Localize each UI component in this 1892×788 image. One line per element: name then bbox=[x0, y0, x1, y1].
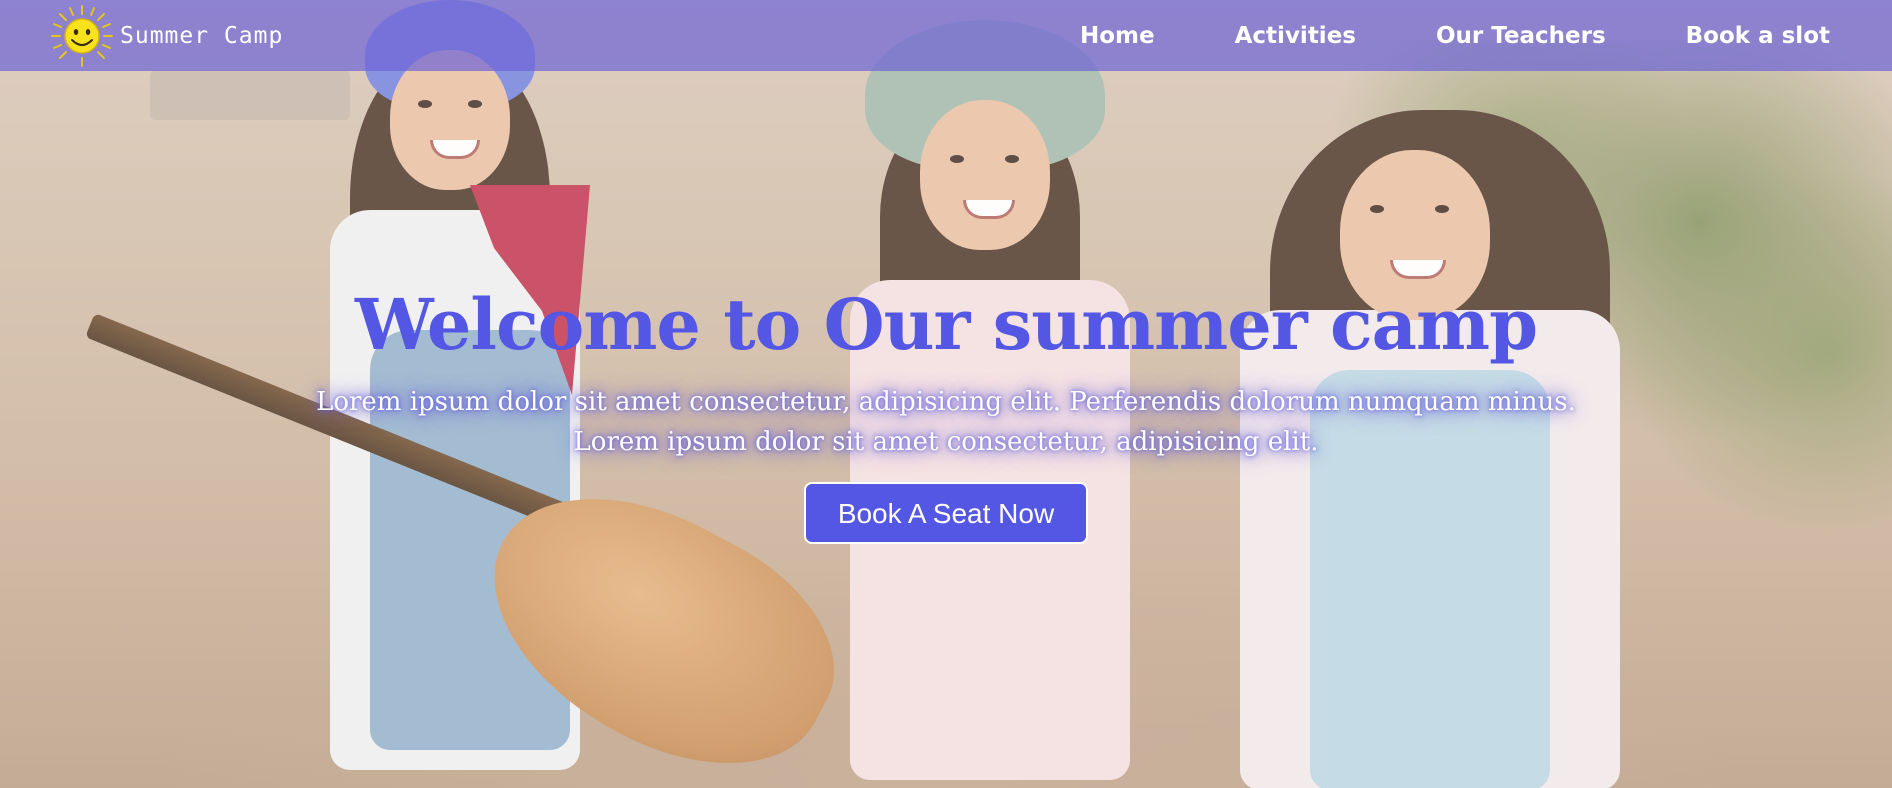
nav-home-link[interactable]: Home bbox=[1080, 23, 1155, 49]
top-navbar: Summer Camp Home Activities Our Teachers… bbox=[0, 0, 1892, 71]
hero-subtitle-line-1: Lorem ipsum dolor sit amet consectetur, … bbox=[316, 387, 1576, 417]
hero-section: Welcome to Our summer camp Lorem ipsum d… bbox=[0, 280, 1892, 544]
nav-our-teachers-link[interactable]: Our Teachers bbox=[1436, 23, 1606, 49]
hero-subtitle-line-2: Lorem ipsum dolor sit amet consectetur, … bbox=[573, 427, 1319, 457]
nav-activities-link[interactable]: Activities bbox=[1235, 23, 1356, 49]
brand-name: Summer Camp bbox=[120, 23, 284, 49]
book-a-seat-button[interactable]: Book A Seat Now bbox=[803, 482, 1089, 544]
landing-page: Summer Camp Home Activities Our Teachers… bbox=[0, 0, 1892, 788]
nav-book-a-slot-link[interactable]: Book a slot bbox=[1686, 23, 1830, 49]
hero-title: Welcome to Our summer camp bbox=[354, 283, 1538, 366]
main-nav: Home Activities Our Teachers Book a slot bbox=[1000, 0, 1830, 71]
hero-subtitle: Lorem ipsum dolor sit amet consectetur, … bbox=[296, 382, 1596, 462]
sun-icon bbox=[51, 5, 113, 67]
brand-logo-link[interactable]: Summer Camp bbox=[50, 5, 284, 67]
